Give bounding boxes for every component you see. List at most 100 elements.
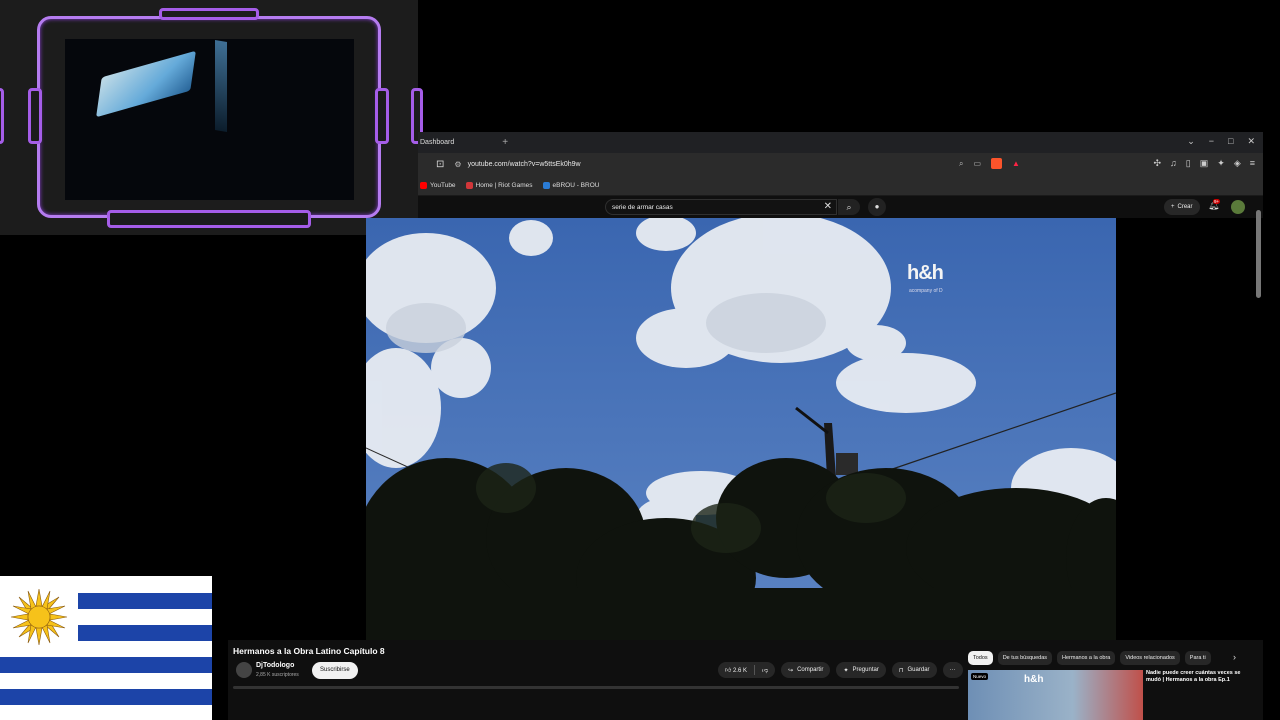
bookmark-label: eBROU - BROU xyxy=(552,181,600,189)
brave-shields-icon[interactable] xyxy=(991,158,1003,169)
thumbnail-logo: h&h xyxy=(1024,674,1044,685)
share-button[interactable]: ↪ Compartir xyxy=(781,662,831,678)
browser-window: Dashboard + ⌄ − □ ✕ ⊡ ⚙ youtube.com/watc… xyxy=(418,132,1263,196)
new-badge: Nuevo xyxy=(971,673,989,680)
wallet-icon[interactable]: ▣ xyxy=(1200,158,1209,169)
video-player-area: h&h acompany of D xyxy=(366,218,1263,640)
riot-games-icon xyxy=(465,181,473,189)
leo-ai-icon[interactable]: ✦ xyxy=(1217,158,1225,169)
bookmark-youtube[interactable]: YouTube xyxy=(420,181,456,189)
like-dislike-group: 👍︎ 2.6 K 👎︎ xyxy=(718,662,776,678)
recommendation-chips: Todos De tus búsquedas Hermanos a la obr… xyxy=(968,651,1211,665)
menu-icon[interactable]: ≡ xyxy=(1250,158,1255,169)
recommended-video-title[interactable]: Nadie puede creer cuántas veces se mudó … xyxy=(1146,670,1248,684)
backlit-keyboard xyxy=(96,50,196,118)
chip-para-ti[interactable]: Para ti xyxy=(1184,651,1211,665)
address-bar-row: ⊡ ⚙ youtube.com/watch?v=w5ttsEk0h9w ⌕ ▭ … xyxy=(418,153,1263,175)
search-button[interactable]: ⌕ xyxy=(838,199,860,215)
chip-hermanos-a-la-obra[interactable]: Hermanos a la obra xyxy=(1057,651,1116,665)
webcam-frame-top-tab xyxy=(159,8,259,20)
create-label: Crear xyxy=(1177,204,1193,210)
brave-rewards-icon[interactable]: ▲ xyxy=(1012,159,1020,168)
channel-watermark: h&h xyxy=(907,262,944,284)
bookmarks-bar: YouTube Home | Riot Games eBROU - BROU xyxy=(418,175,1263,196)
video-frame-sky-and-trees xyxy=(366,218,1116,640)
minimize-icon[interactable]: − xyxy=(1209,136,1214,147)
bookmark-icon: ⊓ xyxy=(898,667,904,674)
monitor-edge xyxy=(215,39,227,133)
webcam-frame-left-tab xyxy=(28,88,42,144)
chip-todos[interactable]: Todos xyxy=(968,651,993,665)
more-actions-button[interactable]: ··· xyxy=(942,662,963,678)
save-button[interactable]: ⊓ Guardar xyxy=(891,662,937,678)
video-info-section: Hermanos a la Obra Latino Capítulo 8 DjT… xyxy=(228,640,1263,720)
brou-icon xyxy=(542,181,550,189)
address-bar[interactable]: youtube.com/watch?v=w5ttsEk0h9w xyxy=(468,161,581,168)
subscribe-button[interactable]: Suscribirse xyxy=(312,662,358,679)
flag-stripe xyxy=(78,625,212,641)
like-count: 2.6 K xyxy=(732,668,747,674)
tab-bar: Dashboard + ⌄ − □ ✕ xyxy=(418,132,1263,153)
microphone-icon: ● xyxy=(874,202,880,211)
sidebar-icon[interactable]: ▯ xyxy=(1186,158,1191,169)
create-button[interactable]: + Crear xyxy=(1164,199,1200,215)
bookmark-label: Home | Riot Games xyxy=(475,181,533,189)
flag-stripe xyxy=(0,657,212,673)
channel-watermark-sub: acompany of D xyxy=(909,288,943,294)
thumbs-up-icon: 👍︎ xyxy=(725,668,732,674)
zoom-icon[interactable]: ⌕ xyxy=(959,159,963,169)
sparkle-icon: ✦ xyxy=(843,667,849,674)
ask-button[interactable]: ✦ Preguntar xyxy=(836,662,886,678)
youtube-header: serie de armar casas ✕ ⌕ ● + Crear 🔔︎ 9+ xyxy=(418,196,1263,218)
voice-search-button[interactable]: ● xyxy=(868,198,886,216)
recommended-video-thumbnail[interactable]: Nuevo h&h xyxy=(968,670,1143,720)
uruguay-flag xyxy=(0,576,212,720)
sun-of-may-icon xyxy=(10,588,68,646)
search-input[interactable]: serie de armar casas ✕ xyxy=(605,199,837,215)
channel-name[interactable]: DjTodologo xyxy=(256,662,294,669)
webcam-frame-edge-left xyxy=(0,88,4,144)
ask-label: Preguntar xyxy=(852,667,879,673)
flag-stripe xyxy=(78,593,212,609)
webcam-overlay xyxy=(0,0,423,235)
thumbs-down-icon: 👎︎ xyxy=(761,668,769,674)
chevron-right-icon[interactable]: › xyxy=(1233,652,1236,662)
webcam-frame-right-tab xyxy=(375,88,389,144)
search-icon: ⌕ xyxy=(846,202,852,212)
extensions-icon[interactable]: ✣ xyxy=(1154,158,1162,169)
video-progress-bar[interactable] xyxy=(233,686,959,689)
clear-search-icon[interactable]: ✕ xyxy=(824,201,832,212)
vpn-icon[interactable]: ◈ xyxy=(1234,158,1241,169)
tab-search-dropdown-icon[interactable]: ⌄ xyxy=(1187,136,1195,147)
chip-de-tus-busquedas[interactable]: De tus búsquedas xyxy=(997,651,1053,665)
webcam-video xyxy=(65,39,354,200)
video-title: Hermanos a la Obra Latino Capítulo 8 xyxy=(233,646,385,656)
bookmark-page-icon[interactable]: ⊡ xyxy=(436,159,444,170)
plus-icon: + xyxy=(1171,204,1175,210)
chip-videos-relacionados[interactable]: Videos relacionados xyxy=(1120,651,1180,665)
flag-stripe xyxy=(0,689,212,705)
bookmark-ebrou[interactable]: eBROU - BROU xyxy=(542,181,600,189)
share-icon: ↪ xyxy=(788,667,794,674)
new-tab-icon[interactable]: + xyxy=(502,137,508,148)
dislike-button[interactable]: 👎︎ xyxy=(762,666,768,674)
save-label: Guardar xyxy=(907,667,930,673)
bookmark-riot-games[interactable]: Home | Riot Games xyxy=(465,181,533,189)
close-icon[interactable]: ✕ xyxy=(1247,136,1255,147)
channel-avatar[interactable] xyxy=(236,662,252,678)
youtube-icon xyxy=(420,181,427,189)
media-icon[interactable]: ♫ xyxy=(1170,158,1177,169)
cast-icon[interactable]: ▭ xyxy=(973,159,981,168)
tab-dashboard[interactable]: Dashboard xyxy=(420,139,454,146)
maximize-icon[interactable]: □ xyxy=(1228,136,1233,147)
video-player[interactable]: h&h acompany of D xyxy=(366,218,1116,640)
account-avatar[interactable] xyxy=(1231,200,1245,214)
bookmark-label: YouTube xyxy=(430,181,456,189)
page-scrollbar[interactable] xyxy=(1256,210,1261,298)
channel-subscribers: 2,85 K suscriptores xyxy=(256,672,299,678)
site-info-icon[interactable]: ⚙ xyxy=(454,160,461,169)
like-button[interactable]: 👍︎ 2.6 K xyxy=(725,666,747,674)
search-query[interactable]: serie de armar casas xyxy=(612,204,673,211)
webcam-frame-bottom-tab xyxy=(107,210,311,228)
share-label: Compartir xyxy=(797,667,824,673)
